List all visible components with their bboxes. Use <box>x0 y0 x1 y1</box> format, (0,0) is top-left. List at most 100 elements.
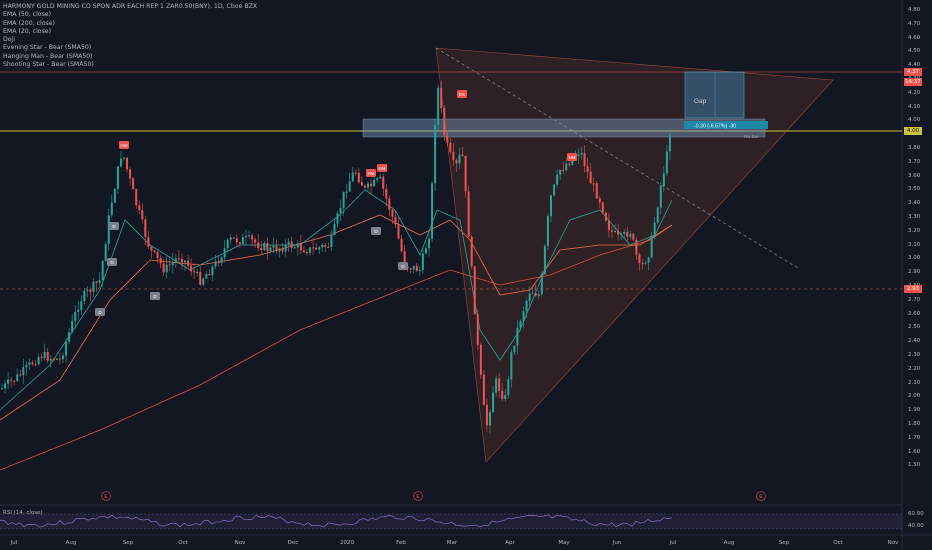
candle-body[interactable] <box>638 254 641 263</box>
candle-body[interactable] <box>263 243 266 251</box>
candle-body[interactable] <box>55 358 58 360</box>
candle-body[interactable] <box>382 176 385 189</box>
candle-body[interactable] <box>437 87 440 125</box>
candle-body[interactable] <box>665 151 668 174</box>
candle-body[interactable] <box>589 171 592 184</box>
candle-body[interactable] <box>37 356 40 365</box>
candle-body[interactable] <box>110 202 113 216</box>
candle-body[interactable] <box>659 186 662 208</box>
candle-body[interactable] <box>290 241 293 248</box>
candle-body[interactable] <box>409 268 412 270</box>
candle-body[interactable] <box>330 234 333 248</box>
candle-body[interactable] <box>208 273 211 276</box>
candle-body[interactable] <box>156 251 159 259</box>
candle-body[interactable] <box>299 243 302 251</box>
candle-body[interactable] <box>495 378 498 393</box>
candle-body[interactable] <box>412 265 415 270</box>
candle-body[interactable] <box>370 183 373 187</box>
candle-body[interactable] <box>388 198 391 210</box>
legend-item[interactable]: Evening Star - Bear (SMA50) <box>3 44 257 52</box>
candle-body[interactable] <box>376 178 379 180</box>
rsi-legend[interactable]: RSI (14, close) <box>3 510 43 516</box>
candle-body[interactable] <box>141 210 144 220</box>
candle-body[interactable] <box>501 390 504 400</box>
candle-body[interactable] <box>345 191 348 193</box>
candle-body[interactable] <box>126 157 129 170</box>
legend-item[interactable]: Shooting Star - Bear (SMA50) <box>3 61 257 69</box>
candle-body[interactable] <box>354 172 357 174</box>
candle-body[interactable] <box>519 321 522 328</box>
candle-body[interactable] <box>656 207 659 223</box>
candle-body[interactable] <box>662 173 665 187</box>
candle-body[interactable] <box>150 246 153 251</box>
candle-body[interactable] <box>485 404 488 426</box>
candle-body[interactable] <box>174 258 177 262</box>
candle-body[interactable] <box>635 239 638 255</box>
candle-body[interactable] <box>159 258 162 264</box>
candle-body[interactable] <box>489 412 491 426</box>
candle-body[interactable] <box>507 379 510 395</box>
candle-body[interactable] <box>498 378 501 391</box>
candle-body[interactable] <box>107 215 110 245</box>
candle-body[interactable] <box>199 272 202 285</box>
candle-body[interactable] <box>583 153 586 167</box>
candle-body[interactable] <box>31 362 34 365</box>
candle-body[interactable] <box>245 236 247 238</box>
candle-body[interactable] <box>357 172 360 183</box>
candle-body[interactable] <box>333 223 336 235</box>
candle-body[interactable] <box>74 312 77 321</box>
candle-body[interactable] <box>52 358 55 360</box>
candle-body[interactable] <box>46 351 49 361</box>
candle-body[interactable] <box>440 87 443 109</box>
candle-body[interactable] <box>650 235 653 258</box>
candle-body[interactable] <box>16 374 19 381</box>
candle-body[interactable] <box>568 163 571 165</box>
candle-body[interactable] <box>455 160 458 164</box>
candle-body[interactable] <box>7 379 10 384</box>
candle-body[interactable] <box>98 279 101 283</box>
candle-body[interactable] <box>184 260 186 263</box>
candle-body[interactable] <box>620 233 623 235</box>
legend-item[interactable]: Doji <box>3 36 257 44</box>
candle-body[interactable] <box>177 258 180 260</box>
candle-body[interactable] <box>266 243 269 251</box>
gap-box[interactable] <box>684 71 745 119</box>
candle-body[interactable] <box>367 183 369 188</box>
candle-body[interactable] <box>614 231 617 233</box>
candle-body[interactable] <box>400 238 403 252</box>
candle-body[interactable] <box>391 209 394 217</box>
candle-body[interactable] <box>306 252 308 254</box>
candle-body[interactable] <box>275 245 278 252</box>
candle-body[interactable] <box>312 247 315 249</box>
candle-body[interactable] <box>318 247 321 250</box>
candle-body[interactable] <box>223 248 226 258</box>
legend-item[interactable]: EMA (20, close) <box>3 28 257 36</box>
candle-body[interactable] <box>647 257 650 263</box>
candle-body[interactable] <box>473 266 476 315</box>
candle-body[interactable] <box>418 269 421 272</box>
candle-body[interactable] <box>537 294 540 296</box>
candle-body[interactable] <box>217 261 220 264</box>
candle-body[interactable] <box>336 213 339 224</box>
candle-body[interactable] <box>629 233 632 237</box>
candle-body[interactable] <box>193 271 196 273</box>
candle-body[interactable] <box>510 352 513 380</box>
candle-body[interactable] <box>211 266 214 276</box>
candle-body[interactable] <box>577 154 580 156</box>
candle-body[interactable] <box>95 281 98 283</box>
candle-body[interactable] <box>190 265 193 272</box>
candle-body[interactable] <box>293 247 296 249</box>
candle-body[interactable] <box>562 169 565 171</box>
candle-body[interactable] <box>49 358 52 361</box>
candle-body[interactable] <box>327 246 330 248</box>
candle-body[interactable] <box>214 261 217 267</box>
candle-body[interactable] <box>424 248 427 254</box>
candle-body[interactable] <box>92 281 95 292</box>
candle-body[interactable] <box>443 108 446 136</box>
candle-body[interactable] <box>226 239 229 249</box>
candle-body[interactable] <box>431 183 434 239</box>
candle-body[interactable] <box>4 383 7 389</box>
candle-body[interactable] <box>260 247 263 251</box>
legend-item[interactable]: EMA (200, close) <box>3 20 257 28</box>
candle-body[interactable] <box>351 172 354 182</box>
